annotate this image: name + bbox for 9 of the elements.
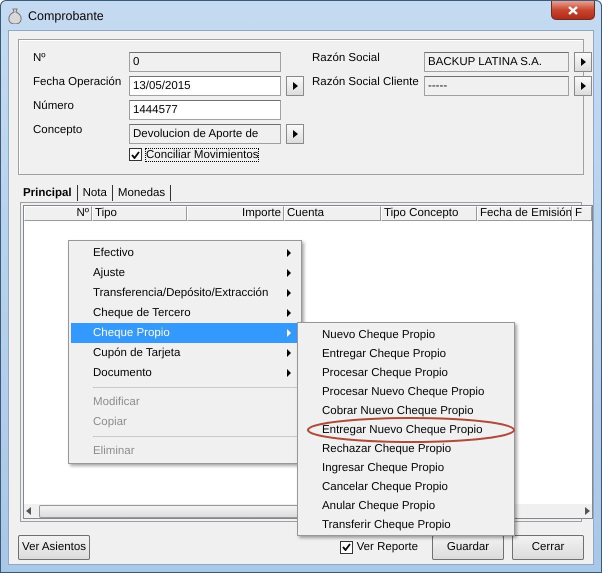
field-label: Número xyxy=(33,100,75,112)
field-label: Nº xyxy=(33,52,47,64)
field-label: Fecha Operación xyxy=(33,76,122,88)
field-label: Razón Social Cliente xyxy=(312,76,420,88)
field-label: Concepto xyxy=(33,124,84,136)
checkbox-label: Ver Reporte xyxy=(356,541,418,553)
field-label: Razón Social xyxy=(312,52,381,64)
window-title: Comprobante xyxy=(28,8,104,22)
checkbox-label: Conciliar Movimientos xyxy=(146,148,258,160)
